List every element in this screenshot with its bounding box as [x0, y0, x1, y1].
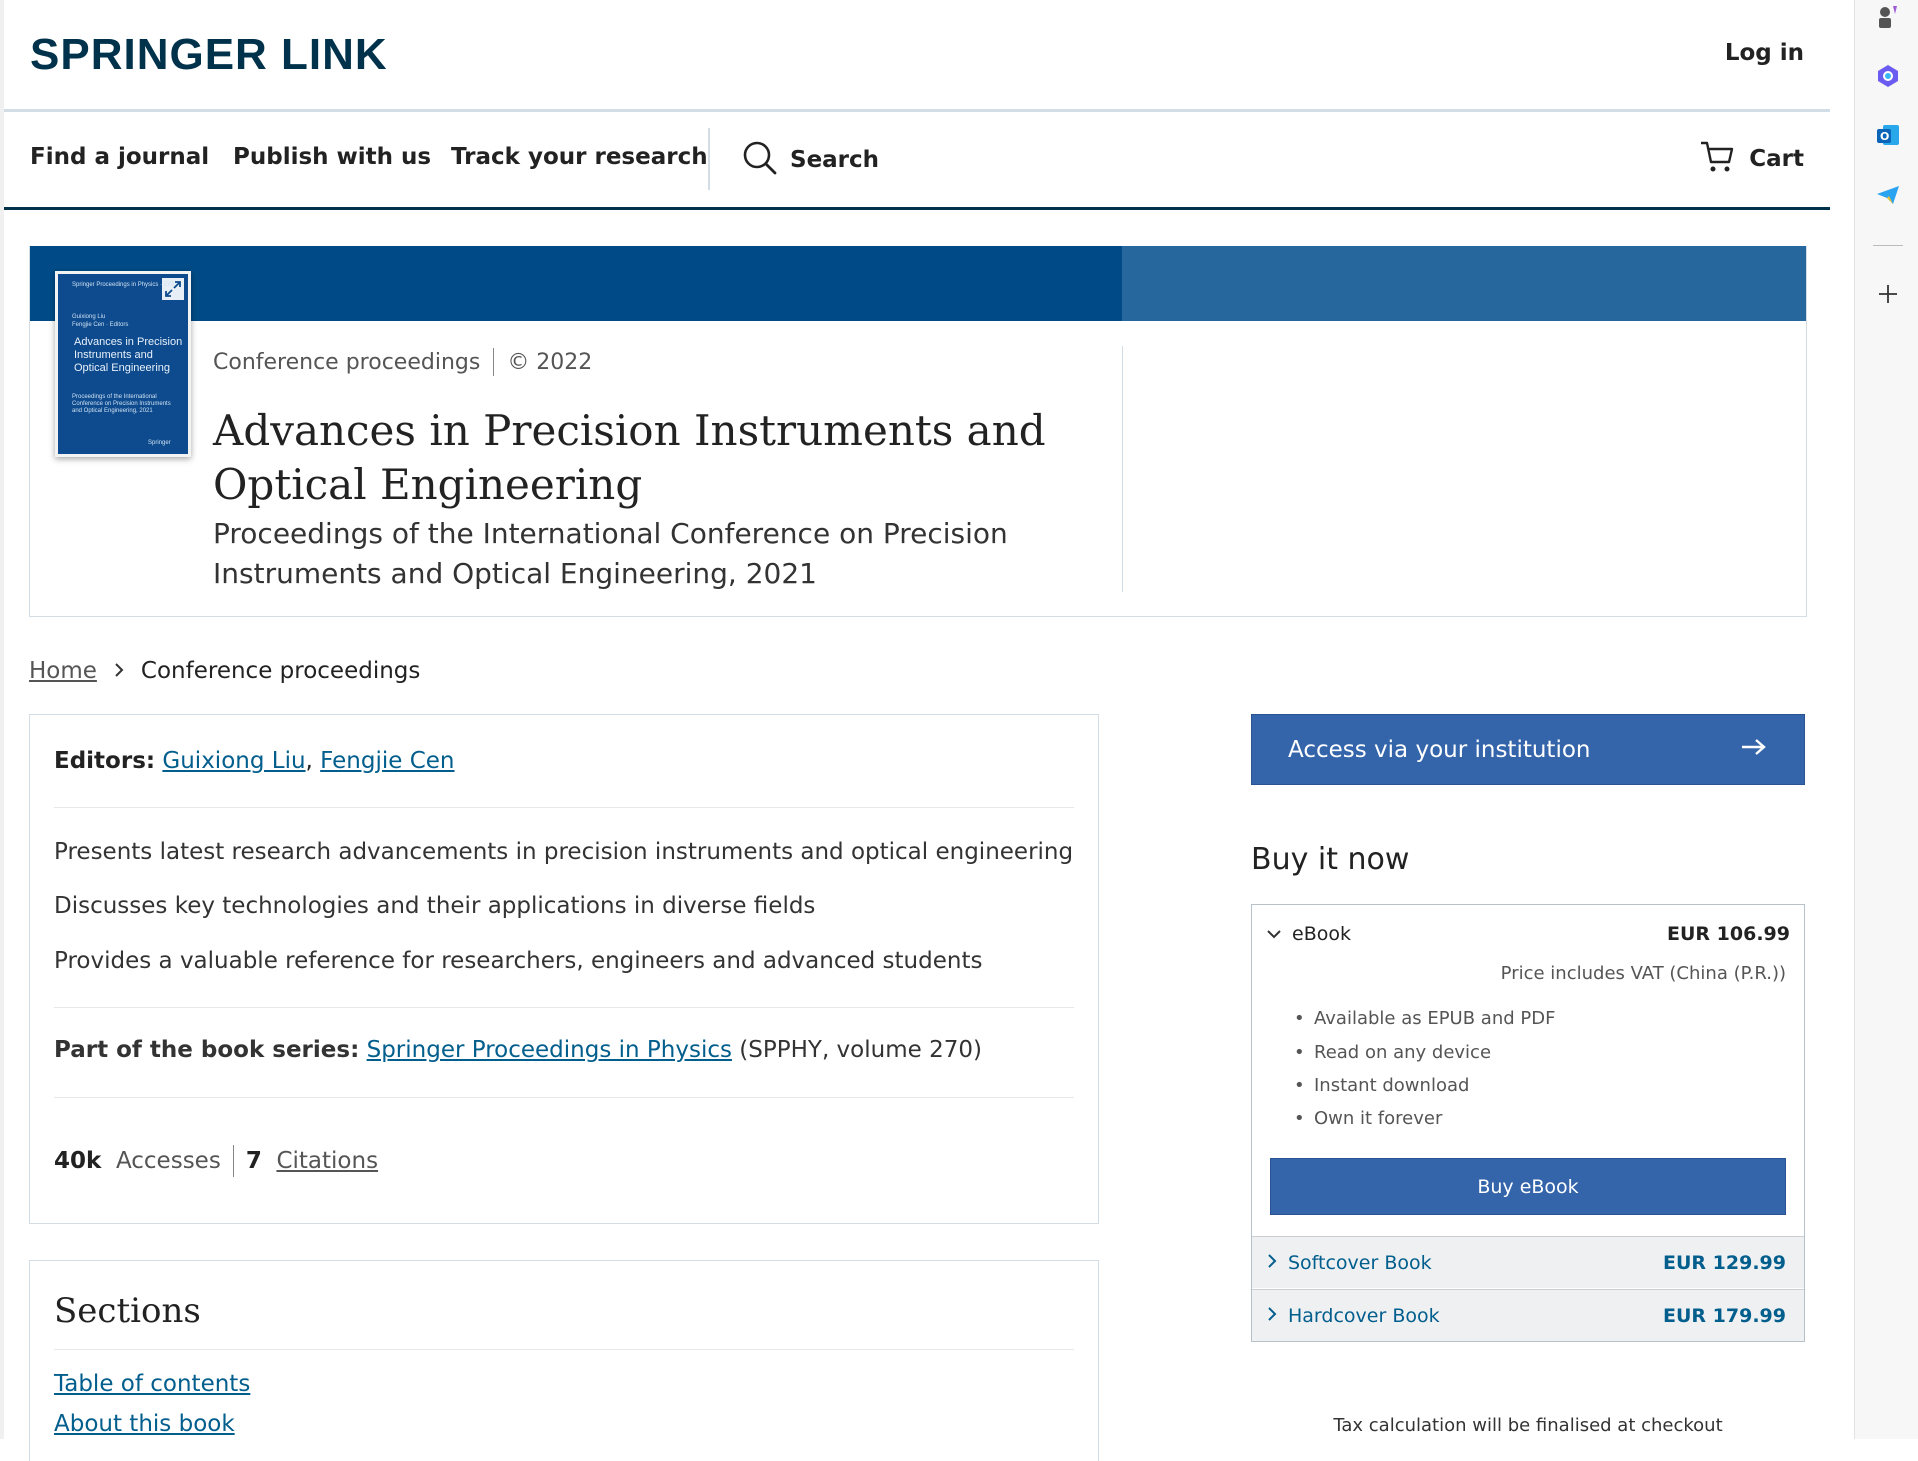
page: Springer Link Log in Find a journal Publ… — [0, 0, 1830, 1461]
editors-label: Editors: — [54, 748, 156, 774]
access-button-label: Access via your institution — [1288, 736, 1591, 763]
about-book-link[interactable]: About this book — [54, 1411, 235, 1437]
ebook-price: EUR 106.99 — [1667, 923, 1790, 945]
hardcover-label: Hardcover Book — [1288, 1304, 1440, 1327]
breadcrumb-home[interactable]: Home — [29, 658, 97, 684]
chevron-right-icon — [1266, 1305, 1278, 1327]
metrics-divider — [232, 1145, 234, 1177]
book-details-card: Editors: Guixiong Liu, Fengjie Cen Prese… — [29, 714, 1099, 1224]
meta-divider — [493, 348, 495, 376]
book-hero: Springer Proceedings in Physics · 270 Gu… — [29, 246, 1807, 617]
citations-link[interactable]: Citations — [276, 1148, 378, 1174]
key-point-2: Discusses key technologies and their app… — [54, 893, 816, 919]
citations-count: 7 — [245, 1148, 262, 1174]
book-title: Advances in Precision Instruments and Op… — [213, 406, 1046, 509]
sidebar-divider — [1873, 245, 1903, 246]
editors-line: Editors: Guixiong Liu, Fengjie Cen — [54, 748, 455, 774]
softcover-price: EUR 129.99 — [1663, 1251, 1786, 1274]
editor-link-2[interactable]: Fengjie Cen — [320, 748, 454, 774]
book-type: Conference proceedings — [213, 349, 481, 375]
ebook-option-toggle[interactable]: eBook EUR 106.99 — [1266, 923, 1790, 945]
cover-series: Springer Proceedings in Physics · 270 — [72, 282, 174, 288]
left-edge — [0, 0, 4, 1439]
book-cover[interactable]: Springer Proceedings in Physics · 270 Gu… — [55, 271, 191, 457]
feature-item: Own it forever — [1294, 1108, 1442, 1129]
outlook-icon[interactable]: O — [1875, 122, 1901, 148]
divider — [54, 1007, 1074, 1008]
main-nav: Find a journal Publish with us Track you… — [4, 112, 1830, 210]
book-series-line: Part of the book series: Springer Procee… — [54, 1037, 982, 1063]
key-point-1: Presents latest research advancements in… — [54, 839, 1074, 865]
login-link[interactable]: Log in — [1725, 40, 1804, 66]
cart-button[interactable]: Cart — [1699, 140, 1804, 178]
editor-separator: , — [305, 748, 313, 774]
accesses-count: 40k — [54, 1148, 102, 1174]
access-institution-button[interactable]: Access via your institution — [1251, 714, 1805, 785]
breadcrumb: Home Conference proceedings — [29, 658, 420, 684]
series-link[interactable]: Springer Proceedings in Physics — [367, 1037, 732, 1063]
purchase-options: eBook EUR 106.99 Price includes VAT (Chi… — [1251, 904, 1805, 1342]
editor-link-1[interactable]: Guixiong Liu — [162, 748, 305, 774]
cover-editor-2: Fengjie Cen · Editors — [72, 322, 129, 328]
add-icon[interactable] — [1875, 281, 1901, 307]
softcover-option[interactable]: Softcover Book EUR 129.99 — [1252, 1236, 1804, 1288]
buy-ebook-button[interactable]: Buy eBook — [1270, 1158, 1786, 1215]
nav-find-journal[interactable]: Find a journal — [30, 144, 209, 170]
search-button[interactable]: Search — [742, 140, 879, 180]
copilot-icon[interactable] — [1875, 63, 1901, 89]
nav-publish[interactable]: Publish with us — [233, 144, 431, 170]
telegram-icon[interactable] — [1875, 182, 1901, 208]
svg-text:O: O — [1880, 130, 1889, 143]
cover-title: Advances in Precision Instruments and Op… — [74, 336, 183, 374]
search-label: Search — [790, 147, 880, 173]
top-header: Springer Link Log in — [4, 0, 1830, 112]
springer-link-logo[interactable]: Springer Link — [30, 30, 388, 80]
chevron-right-icon — [113, 658, 125, 684]
browser-sidebar: O — [1854, 0, 1918, 1439]
divider — [54, 1097, 1074, 1098]
nav-divider — [708, 128, 710, 190]
sections-title: Sections — [54, 1291, 201, 1331]
chevron-down-icon — [1266, 923, 1282, 945]
vat-note: Price includes VAT (China (P.R.)) — [1500, 963, 1786, 984]
book-meta: Conference proceedings © 2022 — [213, 348, 592, 376]
nav-track-research[interactable]: Track your research — [451, 144, 708, 170]
divider — [54, 807, 1074, 808]
sections-card: Sections Table of contents About this bo… — [29, 1260, 1099, 1461]
accesses-label: Accesses — [115, 1148, 221, 1174]
ebook-label: eBook — [1292, 923, 1351, 945]
series-suffix: (SPPHY, volume 270) — [739, 1037, 982, 1063]
cover-editor-1: Guixiong Liu — [72, 314, 106, 320]
chevron-right-icon — [1266, 1252, 1278, 1274]
arrow-right-icon — [1740, 737, 1768, 763]
hero-band-right — [1122, 246, 1806, 321]
breadcrumb-current: Conference proceedings — [140, 658, 421, 684]
book-year: © 2022 — [507, 349, 593, 375]
hero-divider — [1122, 346, 1123, 592]
metrics-line: 40k Accesses 7 Citations — [54, 1145, 378, 1177]
cart-label: Cart — [1749, 146, 1804, 172]
series-label: Part of the book series: — [54, 1037, 360, 1063]
search-icon — [742, 140, 778, 180]
hardcover-option[interactable]: Hardcover Book EUR 179.99 — [1252, 1289, 1804, 1341]
table-of-contents-link[interactable]: Table of contents — [54, 1371, 250, 1397]
feature-item: Read on any device — [1294, 1042, 1491, 1063]
hardcover-price: EUR 179.99 — [1663, 1304, 1786, 1327]
cover-desc: Proceedings of the International Confere… — [72, 394, 171, 414]
tax-note: Tax calculation will be finalised at che… — [1333, 1415, 1723, 1436]
divider — [54, 1349, 1074, 1350]
feature-item: Available as EPUB and PDF — [1294, 1008, 1555, 1029]
extension-chess-icon[interactable] — [1875, 4, 1901, 30]
softcover-label: Softcover Book — [1288, 1251, 1432, 1274]
buy-it-now-title: Buy it now — [1251, 842, 1410, 877]
book-subtitle: Proceedings of the International Confere… — [213, 517, 1008, 590]
cover-publisher: Springer — [148, 440, 171, 446]
feature-item: Instant download — [1294, 1075, 1469, 1096]
hero-band — [30, 246, 1122, 321]
key-point-3: Provides a valuable reference for resear… — [54, 948, 983, 974]
cart-icon — [1699, 140, 1735, 178]
